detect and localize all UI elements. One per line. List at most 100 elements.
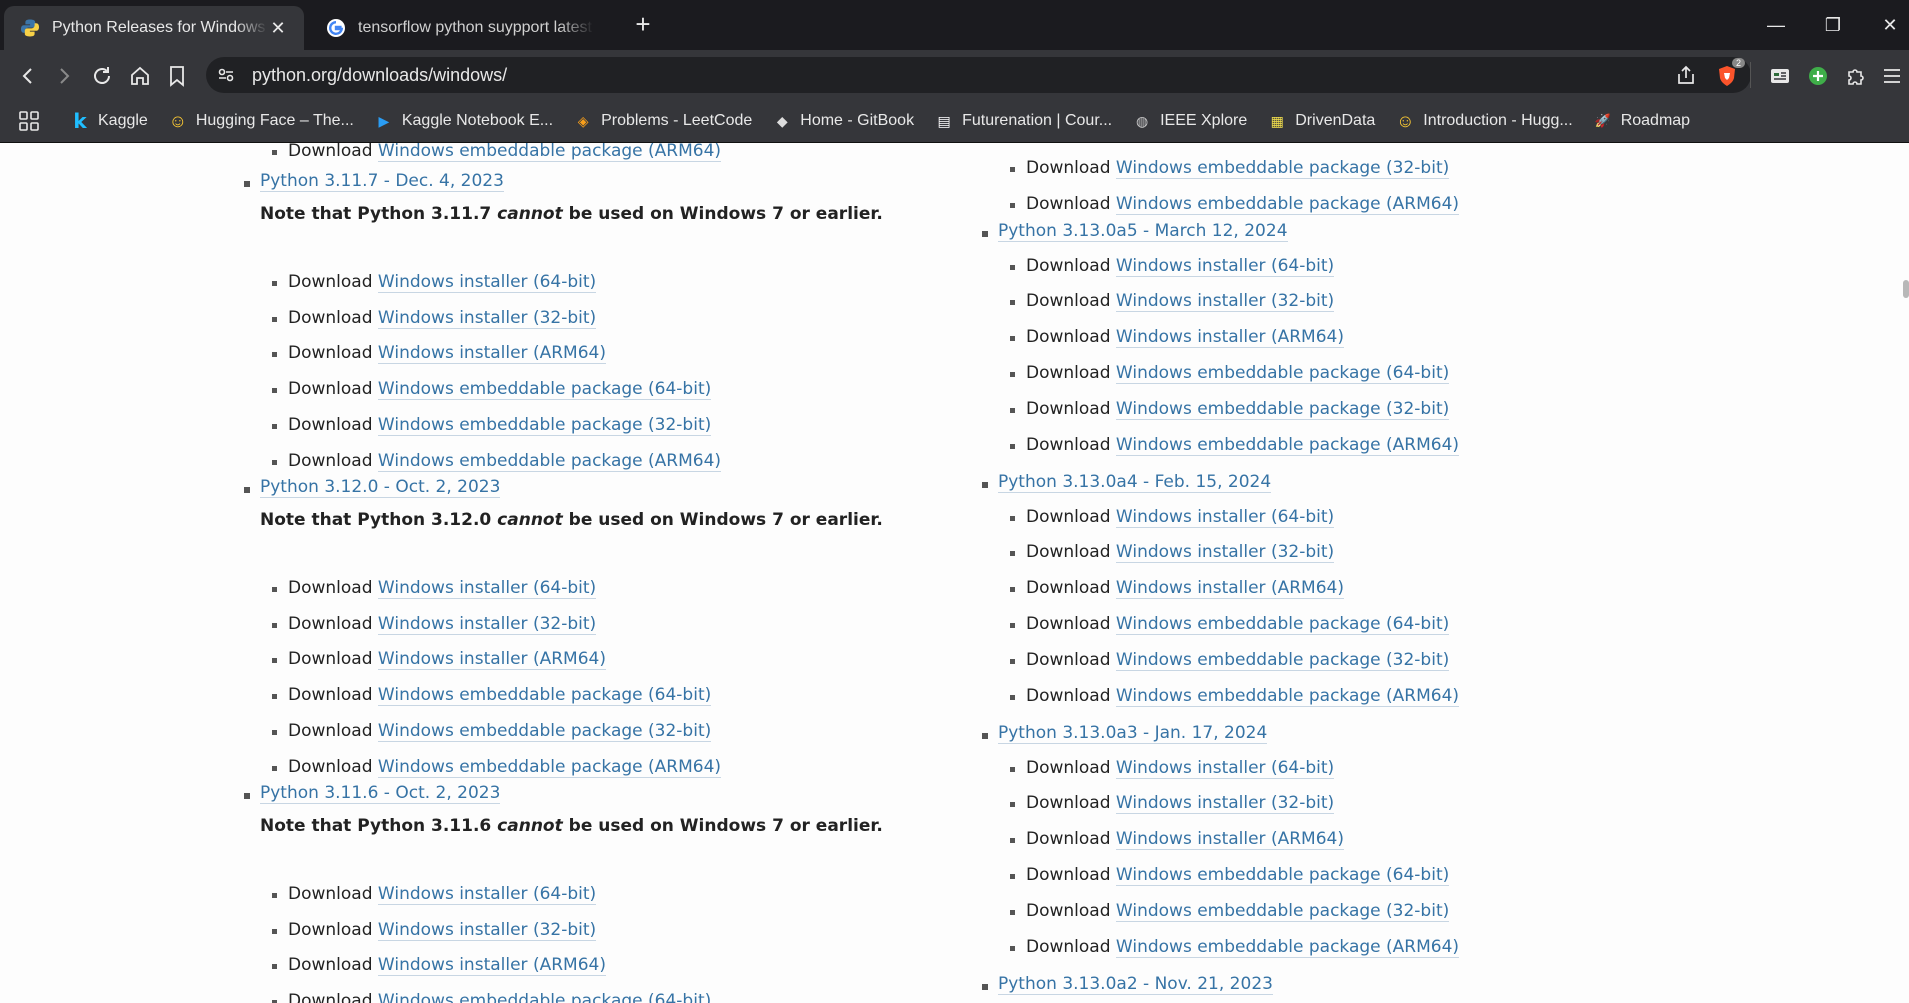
- bookmark-kaggle-notebook[interactable]: ▶ Kaggle Notebook E...: [374, 111, 553, 131]
- download-link[interactable]: Windows installer (ARM64): [1115, 578, 1344, 599]
- download-link[interactable]: Windows embeddable package (32-bit): [1115, 399, 1450, 420]
- download-item: Download Windows embeddable package (ARM…: [272, 143, 722, 162]
- new-tab-button[interactable]: +: [628, 10, 658, 40]
- download-link[interactable]: Windows installer (ARM64): [377, 955, 606, 976]
- download-item: Download Windows embeddable package (ARM…: [1010, 686, 1460, 707]
- hugging-face-icon: ☺: [168, 110, 188, 131]
- download-link[interactable]: Windows installer (32-bit): [377, 920, 597, 941]
- bookmark-gitbook[interactable]: ◆ Home - GitBook: [772, 111, 914, 131]
- forward-arrow-icon: [60, 68, 70, 84]
- close-tab-icon[interactable]: ✕: [268, 18, 288, 39]
- browser-chrome: Python Releases for Windows | Python.org…: [0, 0, 1909, 143]
- download-link[interactable]: Windows embeddable package (64-bit): [1115, 614, 1450, 635]
- extension-reader-button[interactable]: [1764, 60, 1796, 92]
- download-item: Download Windows embeddable package (64-…: [272, 991, 712, 1003]
- download-link[interactable]: Windows installer (64-bit): [377, 272, 597, 293]
- download-link[interactable]: Windows embeddable package (ARM64): [1115, 435, 1460, 456]
- download-link[interactable]: Windows installer (32-bit): [1115, 542, 1335, 563]
- download-link[interactable]: Windows embeddable package (64-bit): [377, 379, 712, 400]
- release-link[interactable]: Python 3.13.0a5 - March 12, 2024: [998, 221, 1288, 242]
- download-link[interactable]: Windows installer (ARM64): [1115, 829, 1344, 850]
- close-window-button[interactable]: ✕: [1870, 10, 1909, 40]
- forward-button[interactable]: [48, 60, 80, 92]
- release-link[interactable]: Python 3.12.0 - Oct. 2, 2023: [260, 477, 501, 498]
- nav-toolbar: 2: [0, 50, 1909, 100]
- scrollbar-thumb[interactable]: [1903, 280, 1909, 298]
- download-link[interactable]: Windows installer (64-bit): [377, 884, 597, 905]
- download-link[interactable]: Windows embeddable package (32-bit): [1115, 901, 1450, 922]
- download-item: Download Windows installer (32-bit): [272, 920, 597, 941]
- download-item: Download Windows installer (32-bit): [272, 614, 597, 635]
- download-link[interactable]: Windows embeddable package (32-bit): [1115, 158, 1450, 179]
- download-link[interactable]: Windows installer (32-bit): [1115, 793, 1335, 814]
- bookmark-ieee-xplore[interactable]: ◍ IEEE Xplore: [1132, 111, 1247, 131]
- download-item: Download Windows embeddable package (64-…: [272, 685, 712, 706]
- download-link[interactable]: Windows installer (32-bit): [1115, 291, 1335, 312]
- bookmark-leetcode[interactable]: ◈ Problems - LeetCode: [573, 111, 753, 131]
- release-link[interactable]: Python 3.13.0a4 - Feb. 15, 2024: [998, 472, 1272, 493]
- download-item: Download Windows installer (32-bit): [1010, 542, 1335, 563]
- restore-button[interactable]: ❐: [1813, 10, 1853, 40]
- download-link[interactable]: Windows installer (32-bit): [377, 614, 597, 635]
- tab-google-search[interactable]: tensorflow python suypport latest - Goog…: [310, 6, 610, 50]
- bookmark-label: DrivenData: [1295, 112, 1376, 129]
- download-item: Download Windows embeddable package (64-…: [1010, 614, 1450, 635]
- release-note: Note that Python 3.11.6 cannot be used o…: [260, 816, 883, 836]
- tab-python-releases[interactable]: Python Releases for Windows | Python.org…: [4, 6, 304, 50]
- download-link[interactable]: Windows embeddable package (ARM64): [1115, 686, 1460, 707]
- download-link[interactable]: Windows installer (64-bit): [1115, 256, 1335, 277]
- download-link[interactable]: Windows installer (ARM64): [377, 343, 606, 364]
- bookmark-kaggle[interactable]: k Kaggle: [70, 109, 147, 133]
- bookmark-roadmap[interactable]: 🚀 Roadmap: [1593, 111, 1690, 131]
- download-link[interactable]: Windows embeddable package (ARM64): [377, 451, 722, 472]
- back-button[interactable]: [12, 60, 44, 92]
- download-link[interactable]: Windows embeddable package (ARM64): [1115, 194, 1460, 215]
- download-link[interactable]: Windows embeddable package (ARM64): [377, 757, 722, 778]
- bookmark-drivendata[interactable]: ▦ DrivenData: [1267, 111, 1376, 131]
- download-link[interactable]: Windows embeddable package (ARM64): [1115, 937, 1460, 958]
- release-link[interactable]: Python 3.13.0a2 - Nov. 21, 2023: [998, 974, 1273, 995]
- download-item: Download Windows installer (64-bit): [1010, 256, 1335, 277]
- download-link[interactable]: Windows installer (32-bit): [377, 308, 597, 329]
- home-button[interactable]: [124, 60, 156, 92]
- home-icon: [131, 66, 149, 85]
- download-link[interactable]: Windows embeddable package (ARM64): [377, 143, 722, 162]
- download-link[interactable]: Windows embeddable package (64-bit): [377, 685, 712, 706]
- download-link[interactable]: Windows embeddable package (32-bit): [377, 415, 712, 436]
- extension-add-button[interactable]: [1802, 60, 1834, 92]
- download-link[interactable]: Windows installer (ARM64): [377, 649, 606, 670]
- bookmark-hugging-face[interactable]: ☺ Hugging Face – The...: [168, 111, 354, 131]
- download-link[interactable]: Windows embeddable package (32-bit): [1115, 650, 1450, 671]
- download-link[interactable]: Windows installer (64-bit): [1115, 507, 1335, 528]
- download-link[interactable]: Windows embeddable package (32-bit): [377, 721, 712, 742]
- bookmark-futurenation[interactable]: ▤ Futurenation | Cour...: [934, 111, 1112, 131]
- back-arrow-icon: [22, 68, 32, 84]
- download-link[interactable]: Windows embeddable package (64-bit): [1115, 865, 1450, 886]
- download-link[interactable]: Windows installer (ARM64): [1115, 327, 1344, 348]
- tab-title: tensorflow python suypport latest - Goog…: [358, 19, 594, 36]
- address-bar[interactable]: [206, 57, 1751, 93]
- release-link[interactable]: Python 3.13.0a3 - Jan. 17, 2024: [998, 723, 1268, 744]
- download-item: Download Windows installer (64-bit): [1010, 758, 1335, 779]
- download-item: Download Windows installer (ARM64): [1010, 327, 1344, 348]
- bookmark-introduction-hugging-face[interactable]: ☺ Introduction - Hugg...: [1395, 111, 1573, 131]
- minimize-button[interactable]: —: [1756, 10, 1796, 40]
- share-icon[interactable]: [1675, 64, 1697, 86]
- bookmark-button[interactable]: [161, 60, 193, 92]
- url-input[interactable]: [252, 64, 1452, 86]
- apps-button[interactable]: [18, 110, 40, 132]
- bookmark-label: Introduction - Hugg...: [1423, 112, 1573, 129]
- download-link[interactable]: Windows embeddable package (64-bit): [377, 991, 712, 1003]
- download-item: Download Windows installer (ARM64): [272, 649, 606, 670]
- brave-shields-button[interactable]: 2: [1711, 58, 1745, 92]
- reload-button[interactable]: [86, 60, 118, 92]
- download-link[interactable]: Windows installer (64-bit): [1115, 758, 1335, 779]
- download-link[interactable]: Windows installer (64-bit): [377, 578, 597, 599]
- release-link[interactable]: Python 3.11.7 - Dec. 4, 2023: [260, 171, 504, 192]
- release-link[interactable]: Python 3.11.6 - Oct. 2, 2023: [260, 783, 501, 804]
- download-link[interactable]: Windows embeddable package (64-bit): [1115, 363, 1450, 384]
- menu-button[interactable]: [1876, 60, 1908, 92]
- site-info-icon[interactable]: [216, 65, 236, 85]
- tab-title: Python Releases for Windows | Python.org: [52, 19, 268, 36]
- extensions-button[interactable]: [1840, 60, 1872, 92]
